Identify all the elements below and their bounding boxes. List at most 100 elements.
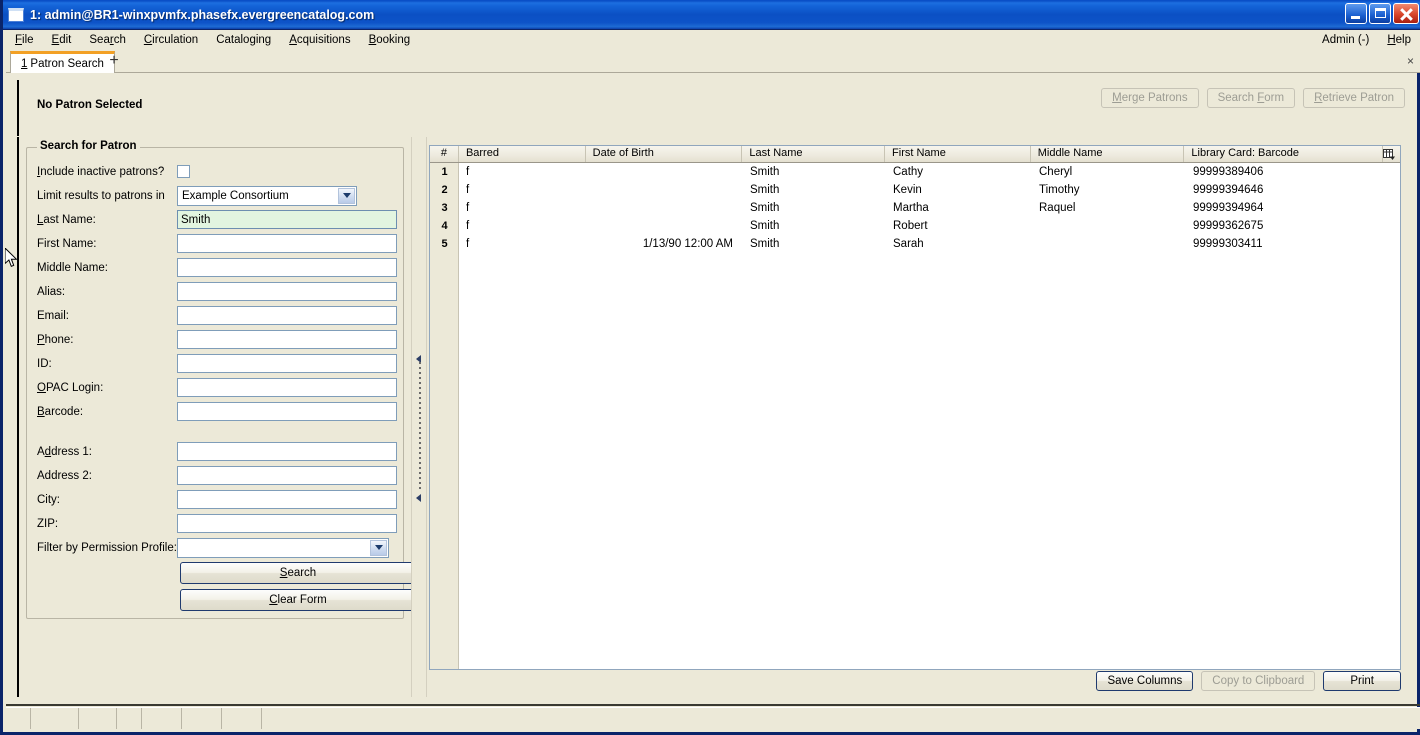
splitter-collapse-arrow-bottom-icon[interactable] bbox=[416, 494, 421, 502]
cell-barred: f bbox=[466, 220, 470, 232]
table-row[interactable]: 4 f Smith Robert 99999362675 bbox=[430, 217, 1400, 235]
main-split-container: Search for Patron Include inactive patro… bbox=[17, 137, 1409, 697]
title-bar[interactable]: 1: admin@BR1-winxpvmfx.phasefx.evergreen… bbox=[3, 0, 1420, 30]
cell-row-number: 5 bbox=[441, 238, 448, 250]
field-row-include-inactive: Include inactive patrons? bbox=[37, 161, 397, 182]
table-row[interactable]: 2 f Smith Kevin Timothy 99999394646 bbox=[430, 181, 1400, 199]
column-header-number[interactable]: # bbox=[430, 146, 459, 162]
menu-file[interactable]: File bbox=[6, 32, 43, 48]
patron-results-grid: # Barred Date of Birth Last Name First N… bbox=[429, 145, 1401, 670]
window-frame: 1: admin@BR1-winxpvmfx.phasefx.evergreen… bbox=[0, 0, 1420, 735]
menu-bar-right: Admin (-) Help bbox=[1313, 32, 1420, 48]
last-name-input[interactable] bbox=[177, 210, 397, 229]
field-row-last-name: Last Name: bbox=[37, 209, 397, 230]
patron-status-title: No Patron Selected bbox=[37, 99, 143, 111]
permission-profile-select[interactable] bbox=[177, 537, 389, 558]
field-row-id: ID: bbox=[37, 353, 397, 374]
address1-input[interactable] bbox=[177, 442, 397, 461]
column-header-last-name[interactable]: Last Name bbox=[742, 146, 886, 162]
field-row-first-name: First Name: bbox=[37, 233, 397, 254]
retrieve-patron-button[interactable]: Retrieve Patron bbox=[1303, 88, 1405, 108]
cell-barcode: 99999394646 bbox=[1193, 184, 1264, 196]
patron-header-buttons: Merge Patrons Search Form Retrieve Patro… bbox=[1101, 88, 1405, 108]
field-row-city: City: bbox=[37, 489, 397, 510]
cell-barred: f bbox=[466, 202, 470, 214]
table-row[interactable]: 1 f Smith Cathy Cheryl 99999389406 bbox=[430, 163, 1400, 181]
id-input[interactable] bbox=[177, 354, 397, 373]
include-inactive-checkbox[interactable] bbox=[177, 165, 190, 178]
search-panel: Search for Patron Include inactive patro… bbox=[19, 137, 416, 697]
cell-middle-name: Raquel bbox=[1039, 202, 1076, 214]
menu-circulation[interactable]: Circulation bbox=[135, 32, 207, 48]
phone-input[interactable] bbox=[177, 330, 397, 349]
splitter-grip[interactable] bbox=[419, 362, 421, 492]
column-picker-icon bbox=[1383, 148, 1395, 160]
alias-input[interactable] bbox=[177, 282, 397, 301]
cell-date-of-birth: 1/13/90 12:00 AM bbox=[642, 238, 733, 250]
menu-cataloging[interactable]: Cataloging bbox=[207, 32, 280, 48]
barcode-input[interactable] bbox=[177, 402, 397, 421]
new-tab-button[interactable]: + bbox=[105, 53, 123, 71]
opac-login-label: OPAC Login: bbox=[37, 381, 104, 394]
window-title: 1: admin@BR1-winxpvmfx.phasefx.evergreen… bbox=[30, 7, 375, 22]
field-row-opac-login: OPAC Login: bbox=[37, 377, 397, 398]
zip-label: ZIP: bbox=[37, 517, 59, 530]
pane-splitter[interactable] bbox=[411, 137, 427, 697]
maximize-button[interactable] bbox=[1369, 3, 1391, 24]
barcode-label: Barcode: bbox=[37, 405, 84, 418]
search-form-button[interactable]: Search Form bbox=[1206, 88, 1296, 108]
permission-profile-label: Filter by Permission Profile: bbox=[37, 541, 177, 554]
cell-barcode: 99999362675 bbox=[1193, 220, 1264, 232]
menu-admin[interactable]: Admin (-) bbox=[1313, 32, 1378, 48]
column-header-middle-name[interactable]: Middle Name bbox=[1031, 146, 1185, 162]
field-row-barcode: Barcode: bbox=[37, 401, 397, 422]
close-button[interactable] bbox=[1393, 3, 1419, 24]
cell-first-name: Martha bbox=[893, 202, 929, 214]
column-header-first-name[interactable]: First Name bbox=[885, 146, 1031, 162]
results-action-buttons: Save Columns Copy to Clipboard Print bbox=[1096, 671, 1401, 691]
menu-bar: File Edit Search Circulation Cataloging … bbox=[6, 30, 1420, 50]
grid-header-row: # Barred Date of Birth Last Name First N… bbox=[430, 146, 1400, 163]
table-row[interactable]: 5 f 1/13/90 12:00 AM Smith Sarah 9999930… bbox=[430, 235, 1400, 253]
city-input[interactable] bbox=[177, 490, 397, 509]
menu-help[interactable]: Help bbox=[1378, 32, 1420, 48]
column-header-date-of-birth[interactable]: Date of Birth bbox=[586, 146, 743, 162]
menu-booking[interactable]: Booking bbox=[360, 32, 420, 48]
print-button[interactable]: Print bbox=[1323, 671, 1401, 691]
limit-results-select[interactable]: Example Consortium bbox=[177, 185, 357, 206]
limit-results-label: Limit results to patrons in bbox=[37, 189, 165, 202]
clear-form-button[interactable]: Clear Form bbox=[180, 589, 416, 611]
tab-patron-search[interactable]: 1 Patron Search bbox=[10, 51, 115, 73]
column-header-barred[interactable]: Barred bbox=[459, 146, 586, 162]
merge-patrons-button[interactable]: Merge Patrons bbox=[1101, 88, 1199, 108]
middle-name-input[interactable] bbox=[177, 258, 397, 277]
address2-input[interactable] bbox=[177, 466, 397, 485]
search-button[interactable]: Search bbox=[180, 562, 416, 584]
column-picker-button[interactable] bbox=[1383, 146, 1400, 162]
table-row[interactable]: 3 f Smith Martha Raquel 99999394964 bbox=[430, 199, 1400, 217]
zip-input[interactable] bbox=[177, 514, 397, 533]
close-tab-button[interactable]: × bbox=[1407, 54, 1414, 68]
opac-login-input[interactable] bbox=[177, 378, 397, 397]
cell-last-name: Smith bbox=[750, 166, 780, 178]
minimize-button[interactable] bbox=[1345, 3, 1367, 24]
copy-to-clipboard-button[interactable]: Copy to Clipboard bbox=[1201, 671, 1316, 691]
email-input[interactable] bbox=[177, 306, 397, 325]
status-cell-1 bbox=[6, 708, 31, 729]
chevron-down-icon bbox=[338, 187, 355, 204]
grid-body: 1 f Smith Cathy Cheryl 99999389406 2 f S… bbox=[430, 163, 1400, 669]
save-columns-button[interactable]: Save Columns bbox=[1096, 671, 1194, 691]
menu-search[interactable]: Search bbox=[80, 32, 134, 48]
menu-acquisitions[interactable]: Acquisitions bbox=[280, 32, 359, 48]
status-bar bbox=[6, 707, 1420, 729]
menu-edit[interactable]: Edit bbox=[43, 32, 81, 48]
cell-last-name: Smith bbox=[750, 202, 780, 214]
first-name-input[interactable] bbox=[177, 234, 397, 253]
search-group-legend: Search for Patron bbox=[37, 140, 140, 152]
column-header-library-card-barcode[interactable]: Library Card: Barcode bbox=[1184, 146, 1383, 162]
field-row-zip: ZIP: bbox=[37, 513, 397, 534]
limit-results-value: Example Consortium bbox=[182, 189, 289, 202]
status-cell-2 bbox=[31, 708, 79, 729]
status-cell-8 bbox=[262, 708, 1420, 729]
id-label: ID: bbox=[37, 357, 52, 370]
